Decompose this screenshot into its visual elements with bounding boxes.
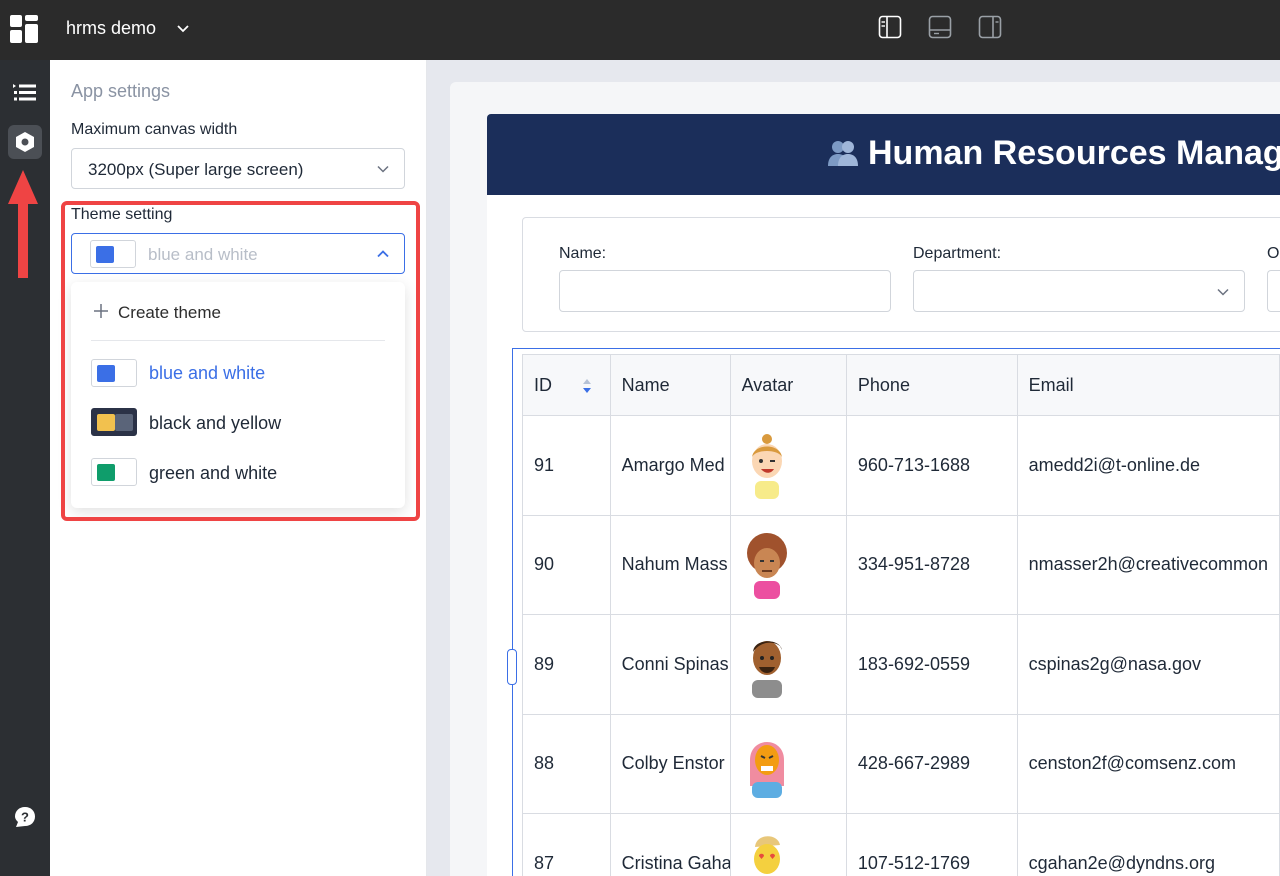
table-row[interactable]: 91 Amargo Med 960-713-1688 amedd2i@t-onl… [522, 415, 1280, 516]
table-row[interactable]: 90 Nahum Mass 334-951-8728 nmasser2h@cre… [522, 514, 1280, 615]
chevron-down-icon [1217, 288, 1229, 296]
other-filter-label: O [1267, 245, 1280, 262]
name-filter-label: Name: [559, 245, 607, 262]
department-select[interactable] [913, 270, 1245, 312]
cell-avatar [729, 415, 847, 516]
highlight-box [61, 201, 420, 521]
layout-right-panel-icon[interactable] [978, 15, 1002, 39]
cell-email: nmasser2h@creativecommon [1016, 514, 1280, 615]
cell-phone: 183-692-0559 [845, 614, 1018, 715]
cell-avatar [729, 713, 847, 814]
cell-id: 89 [522, 614, 611, 715]
layout-bottom-panel-icon[interactable] [928, 15, 952, 39]
avatar [746, 532, 787, 599]
app-name[interactable]: hrms demo [66, 18, 156, 39]
arrow-up-icon [8, 170, 38, 278]
column-header-avatar[interactable]: Avatar [729, 354, 847, 416]
employee-table: ID Name Avatar Phone Email 91 Amargo Med… [522, 354, 1280, 876]
cell-name: Nahum Mass [609, 514, 731, 615]
cell-id: 87 [522, 813, 611, 876]
cell-email: censton2f@comsenz.com [1016, 713, 1280, 814]
people-icon [828, 141, 858, 166]
cell-name: Conni Spinas [609, 614, 731, 715]
cell-email: amedd2i@t-online.de [1016, 415, 1280, 516]
outline-list-icon[interactable] [8, 75, 42, 109]
app-header-banner: Human Resources Manage [487, 114, 1280, 195]
cell-phone: 334-951-8728 [845, 514, 1018, 615]
cell-id: 91 [522, 415, 611, 516]
cell-avatar [729, 813, 847, 876]
avatar [753, 836, 780, 875]
column-header-phone[interactable]: Phone [845, 354, 1018, 416]
avatar [751, 641, 782, 699]
column-header-name[interactable]: Name [609, 354, 731, 416]
cell-avatar [729, 514, 847, 615]
canvas-width-label: Maximum canvas width [71, 121, 238, 138]
panel-title: App settings [71, 81, 171, 101]
app-settings-hexagon-icon[interactable] [8, 125, 42, 159]
column-header-email[interactable]: Email [1016, 354, 1280, 416]
chevron-down-icon [377, 165, 389, 173]
cell-email: cspinas2g@nasa.gov [1016, 614, 1280, 715]
table-row[interactable]: 89 Conni Spinas 183-692-0559 cspinas2g@n… [522, 614, 1280, 715]
cell-phone: 960-713-1688 [845, 415, 1018, 516]
filter-form: Name: Department: O [522, 217, 1280, 332]
help-icon[interactable]: ? [8, 800, 42, 834]
svg-text:?: ? [21, 810, 29, 825]
table-row[interactable]: 88 Colby Enstor 428-667-2989 censton2f@c… [522, 713, 1280, 814]
table-row[interactable]: 87 Cristina Gaha 107-512-1769 cgahan2e@d… [522, 813, 1280, 876]
cell-id: 90 [522, 514, 611, 615]
avatar [751, 434, 782, 500]
cell-avatar [729, 614, 847, 715]
chevron-down-icon[interactable] [175, 20, 191, 36]
resize-handle[interactable] [507, 649, 517, 685]
name-filter-input[interactable] [559, 270, 891, 312]
cell-id: 88 [522, 713, 611, 814]
cell-name: Colby Enstor [609, 713, 731, 814]
cell-phone: 107-512-1769 [845, 813, 1018, 876]
cell-phone: 428-667-2989 [845, 713, 1018, 814]
sort-icon[interactable] [582, 378, 592, 394]
app-title: Human Resources Manage [868, 134, 1280, 172]
other-filter-input[interactable] [1267, 270, 1280, 312]
cell-email: cgahan2e@dyndns.org [1016, 813, 1280, 876]
cell-name: Amargo Med [609, 415, 731, 516]
column-header-id[interactable]: ID [522, 354, 611, 416]
canvas-width-select[interactable]: 3200px (Super large screen) [71, 148, 405, 189]
app-logo-icon[interactable] [10, 15, 38, 43]
canvas-width-value: 3200px (Super large screen) [88, 160, 304, 179]
top-bar: hrms demo [0, 0, 1280, 60]
avatar [749, 741, 784, 798]
cell-name: Cristina Gaha [609, 813, 731, 876]
department-filter-label: Department: [913, 245, 1002, 262]
layout-left-panel-icon[interactable] [878, 15, 902, 39]
